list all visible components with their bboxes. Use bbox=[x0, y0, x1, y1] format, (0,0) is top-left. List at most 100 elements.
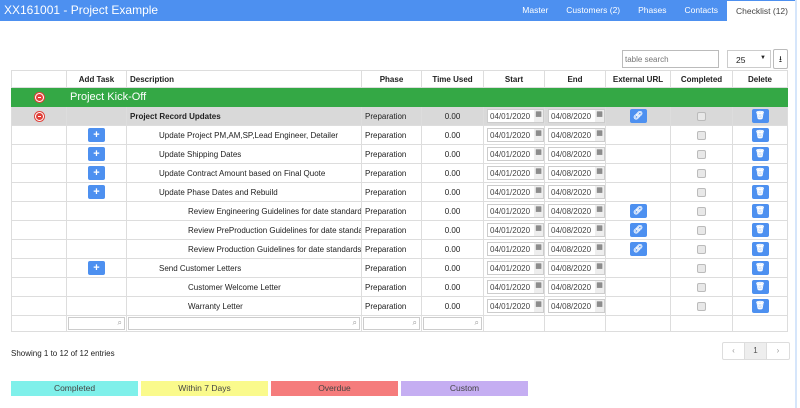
link-icon[interactable]: 🔗︎ bbox=[629, 109, 647, 123]
start-date-input[interactable]: 04/01/2020 ▦ bbox=[487, 280, 544, 294]
completed-checkbox[interactable] bbox=[697, 206, 706, 216]
page-size-select[interactable]: 25 ▼ bbox=[727, 50, 771, 68]
column-header[interactable]: End bbox=[544, 70, 606, 88]
trash-icon[interactable]: 🗑︎ bbox=[751, 242, 769, 256]
tab-contacts[interactable]: Contacts bbox=[675, 0, 727, 21]
start-date-input[interactable]: 04/01/2020 ▦ bbox=[487, 261, 544, 275]
calendar-icon[interactable]: ▦ bbox=[534, 243, 543, 255]
column-header[interactable]: Phase bbox=[361, 70, 422, 88]
completed-checkbox[interactable] bbox=[697, 130, 706, 140]
calendar-icon[interactable]: ▦ bbox=[595, 281, 604, 293]
link-icon[interactable]: 🔗︎ bbox=[629, 204, 647, 218]
calendar-icon[interactable]: ▦ bbox=[595, 148, 604, 160]
column-header[interactable]: Delete bbox=[732, 70, 788, 88]
calendar-icon[interactable]: ▦ bbox=[534, 281, 543, 293]
link-icon[interactable]: 🔗︎ bbox=[629, 223, 647, 237]
trash-icon[interactable]: 🗑︎ bbox=[751, 166, 769, 180]
add-task-button[interactable]: + bbox=[88, 147, 105, 161]
link-icon[interactable]: 🔗︎ bbox=[629, 242, 647, 256]
calendar-icon[interactable]: ▦ bbox=[534, 300, 543, 312]
column-header[interactable] bbox=[11, 70, 67, 88]
start-date-input[interactable]: 04/01/2020 ▦ bbox=[487, 185, 544, 199]
calendar-icon[interactable]: ▦ bbox=[534, 110, 543, 122]
tab-phases[interactable]: Phases bbox=[629, 0, 675, 21]
column-filter-input[interactable]: ⌕ bbox=[128, 317, 360, 330]
add-task-button[interactable]: + bbox=[88, 185, 105, 199]
trash-icon[interactable]: 🗑︎ bbox=[751, 223, 769, 237]
end-date-input[interactable]: 04/08/2020 ▦ bbox=[548, 128, 605, 142]
start-date-input[interactable]: 04/01/2020 ▦ bbox=[487, 204, 544, 218]
start-date-input[interactable]: 04/01/2020 ▦ bbox=[487, 166, 544, 180]
trash-icon[interactable]: 🗑︎ bbox=[751, 261, 769, 275]
calendar-icon[interactable]: ▦ bbox=[534, 262, 543, 274]
completed-checkbox[interactable] bbox=[697, 149, 706, 159]
calendar-icon[interactable]: ▦ bbox=[595, 167, 604, 179]
calendar-icon[interactable]: ▦ bbox=[534, 205, 543, 217]
calendar-icon[interactable]: ▦ bbox=[534, 224, 543, 236]
trash-icon[interactable]: 🗑︎ bbox=[751, 128, 769, 142]
column-header[interactable]: Time Used bbox=[421, 70, 484, 88]
calendar-icon[interactable]: ▦ bbox=[534, 148, 543, 160]
page-1-button[interactable]: 1 bbox=[745, 343, 767, 359]
end-date-input[interactable]: 04/08/2020 ▦ bbox=[548, 299, 605, 313]
column-filter-input[interactable]: ⌕ bbox=[363, 317, 420, 330]
scrollbar[interactable] bbox=[795, 0, 797, 408]
calendar-icon[interactable]: ▦ bbox=[595, 129, 604, 141]
table-search-input[interactable] bbox=[622, 50, 719, 68]
completed-checkbox[interactable] bbox=[697, 225, 706, 235]
trash-icon[interactable]: 🗑︎ bbox=[751, 299, 769, 313]
trash-icon[interactable]: 🗑︎ bbox=[751, 109, 769, 123]
calendar-icon[interactable]: ▦ bbox=[595, 110, 604, 122]
column-header[interactable]: Start bbox=[483, 70, 545, 88]
completed-checkbox[interactable] bbox=[697, 187, 706, 197]
end-date-input[interactable]: 04/08/2020 ▦ bbox=[548, 166, 605, 180]
completed-checkbox[interactable] bbox=[697, 301, 706, 311]
completed-checkbox[interactable] bbox=[697, 282, 706, 292]
calendar-icon[interactable]: ▦ bbox=[595, 262, 604, 274]
add-task-button[interactable]: + bbox=[88, 128, 105, 142]
column-header[interactable]: Description bbox=[126, 70, 362, 88]
collapse-icon[interactable] bbox=[34, 92, 44, 102]
calendar-icon[interactable]: ▦ bbox=[534, 186, 543, 198]
column-header[interactable]: Add Task bbox=[66, 70, 127, 88]
end-date-input[interactable]: 04/08/2020 ▦ bbox=[548, 223, 605, 237]
completed-checkbox[interactable] bbox=[697, 244, 706, 254]
calendar-icon[interactable]: ▦ bbox=[534, 129, 543, 141]
next-page-button[interactable]: › bbox=[767, 343, 789, 359]
end-date-input[interactable]: 04/08/2020 ▦ bbox=[548, 185, 605, 199]
end-date-input[interactable]: 04/08/2020 ▦ bbox=[548, 109, 605, 123]
end-date-input[interactable]: 04/08/2020 ▦ bbox=[548, 261, 605, 275]
trash-icon[interactable]: 🗑︎ bbox=[751, 280, 769, 294]
calendar-icon[interactable]: ▦ bbox=[534, 167, 543, 179]
end-date-input[interactable]: 04/08/2020 ▦ bbox=[548, 280, 605, 294]
end-date-input[interactable]: 04/08/2020 ▦ bbox=[548, 147, 605, 161]
calendar-icon[interactable]: ▦ bbox=[595, 300, 604, 312]
prev-page-button[interactable]: ‹ bbox=[723, 343, 745, 359]
column-filter-input[interactable]: ⌕ bbox=[423, 317, 482, 330]
start-date-input[interactable]: 04/01/2020 ▦ bbox=[487, 242, 544, 256]
trash-icon[interactable]: 🗑︎ bbox=[751, 147, 769, 161]
column-filter-input[interactable]: ⌕ bbox=[68, 317, 125, 330]
column-header[interactable]: External URL bbox=[605, 70, 671, 88]
tab-checklist[interactable]: Checklist (12) bbox=[727, 1, 797, 21]
collapse-icon[interactable] bbox=[34, 111, 44, 121]
completed-checkbox[interactable] bbox=[697, 111, 706, 121]
calendar-icon[interactable]: ▦ bbox=[595, 224, 604, 236]
calendar-icon[interactable]: ▦ bbox=[595, 243, 604, 255]
trash-icon[interactable]: 🗑︎ bbox=[751, 204, 769, 218]
start-date-input[interactable]: 04/01/2020 ▦ bbox=[487, 299, 544, 313]
completed-checkbox[interactable] bbox=[697, 263, 706, 273]
tab-customers[interactable]: Customers (2) bbox=[557, 0, 629, 21]
start-date-input[interactable]: 04/01/2020 ▦ bbox=[487, 128, 544, 142]
end-date-input[interactable]: 04/08/2020 ▦ bbox=[548, 204, 605, 218]
calendar-icon[interactable]: ▦ bbox=[595, 186, 604, 198]
completed-checkbox[interactable] bbox=[697, 168, 706, 178]
tab-master[interactable]: Master bbox=[513, 0, 557, 21]
start-date-input[interactable]: 04/01/2020 ▦ bbox=[487, 109, 544, 123]
start-date-input[interactable]: 04/01/2020 ▦ bbox=[487, 147, 544, 161]
calendar-icon[interactable]: ▦ bbox=[595, 205, 604, 217]
column-header[interactable]: Completed bbox=[670, 70, 733, 88]
export-button[interactable]: ⭳ bbox=[773, 49, 788, 69]
end-date-input[interactable]: 04/08/2020 ▦ bbox=[548, 242, 605, 256]
trash-icon[interactable]: 🗑︎ bbox=[751, 185, 769, 199]
